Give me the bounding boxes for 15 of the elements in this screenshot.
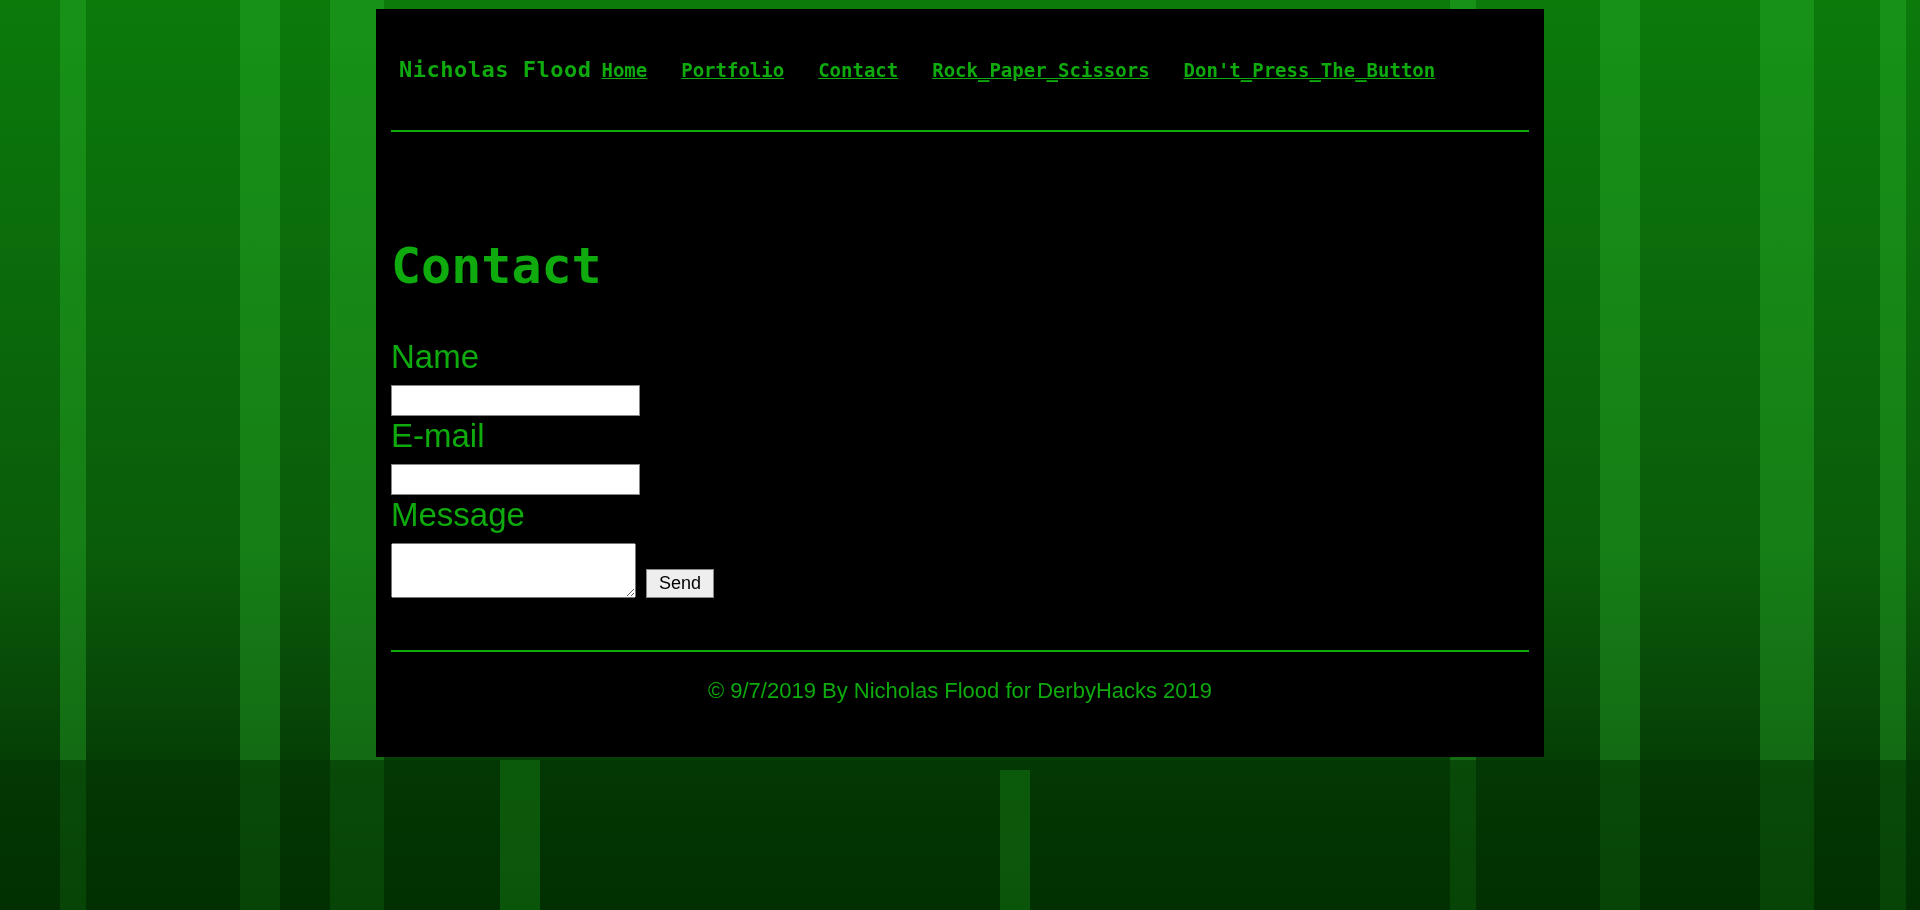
message-field[interactable]	[391, 543, 636, 598]
nav-link[interactable]: Don't_Press_The_Button	[1183, 58, 1436, 81]
send-button[interactable]: Send	[646, 569, 715, 598]
input-field[interactable]	[391, 385, 640, 416]
nav-link[interactable]: Contact	[818, 58, 899, 81]
field-label: E-mail	[391, 416, 485, 456]
nav-link[interactable]: Rock_Paper_Scissors	[932, 58, 1150, 81]
nav-link[interactable]: Home	[601, 58, 648, 81]
field-label: Name	[391, 337, 480, 377]
nav-link[interactable]: Portfolio	[681, 58, 785, 81]
site-title: Nicholas Flood	[399, 57, 592, 82]
input-field[interactable]	[391, 464, 640, 495]
footer-text: © 9/7/2019 By Nicholas Flood for DerbyHacks 2019	[706, 678, 1214, 704]
field-label: Message	[391, 495, 525, 535]
page-heading: Contact	[391, 237, 603, 295]
